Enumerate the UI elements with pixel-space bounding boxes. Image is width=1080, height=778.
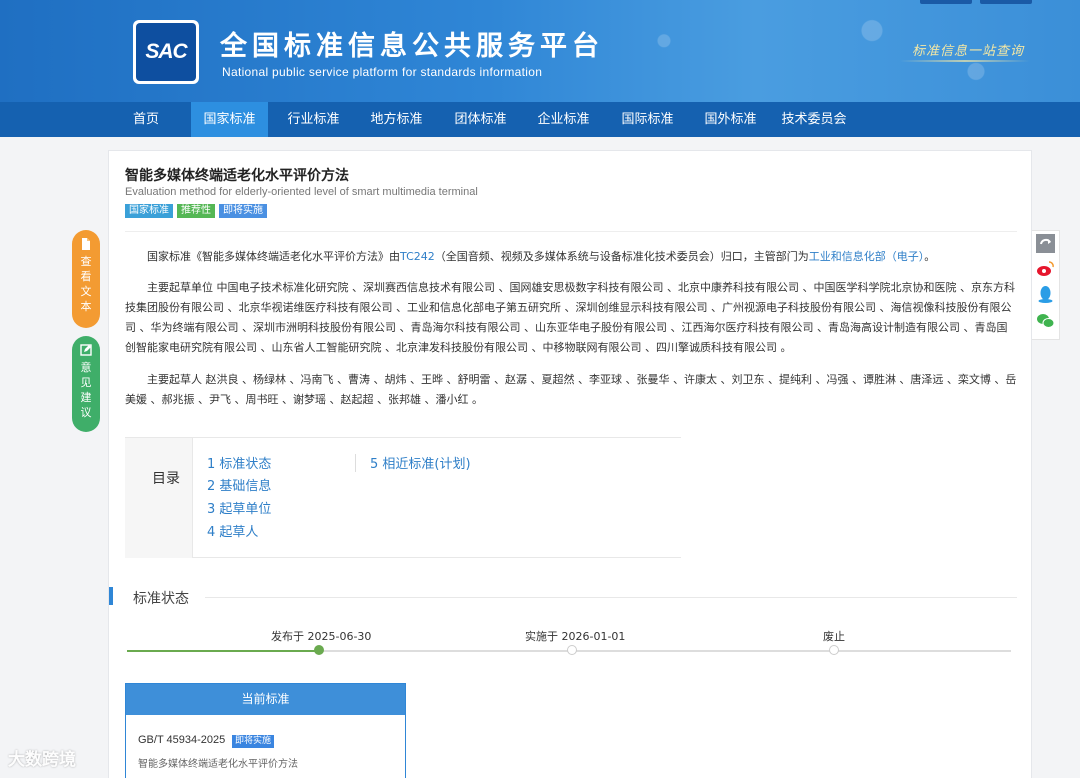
drafters-paragraph: 主要起草人 赵洪良 、杨绿林 、冯南飞 、曹涛 、胡炜 、王晔 、舒明雷 、赵潺… — [125, 373, 1017, 406]
title-divider — [125, 231, 1017, 232]
authority-link[interactable]: 工业和信息化部（电子） — [809, 250, 925, 263]
current-standard-name: 智能多媒体终端适老化水平评价方法 — [138, 759, 298, 770]
slogan: 标准信息一站查询 — [912, 44, 1025, 59]
share-bar — [1030, 230, 1060, 340]
intro-prefix: 国家标准《智能多媒体终端适老化水平评价方法》由 — [147, 250, 400, 263]
qq-icon[interactable] — [1036, 285, 1055, 304]
intro-middle: （全国音频、视频及多媒体系统与设备标准化技术委员会）归口，主管部门为 — [434, 250, 809, 263]
tag-national: 国家标准 — [125, 204, 173, 218]
toc-link-similar[interactable]: 5 相近标准(计划) — [370, 453, 471, 472]
nav-item-national[interactable]: 国家标准 — [191, 102, 268, 137]
toc-title: 目录 — [152, 471, 180, 487]
top-link-1[interactable] — [920, 0, 972, 4]
watermark: 大数跨境 — [8, 750, 76, 770]
standard-detail-card: 智能多媒体终端适老化水平评价方法 Evaluation method for e… — [108, 150, 1032, 778]
top-link-2[interactable] — [980, 0, 1032, 4]
logo-text: SAC — [145, 40, 187, 63]
toc-link-basic-info[interactable]: 2 基础信息 — [207, 475, 271, 494]
toc-header: 目录 — [125, 438, 193, 558]
view-text-char: 文 — [80, 285, 92, 298]
toc-link-status[interactable]: 1 标准状态 — [207, 453, 271, 472]
nav-item-local[interactable]: 地方标准 — [358, 102, 435, 137]
current-standard-code: GB/T 45934-2025 — [138, 734, 226, 746]
feedback-char: 建 — [80, 391, 92, 404]
slogan-underline — [900, 60, 1030, 62]
standard-title-cn: 智能多媒体终端适老化水平评价方法 — [125, 168, 349, 184]
feedback-char: 意 — [80, 361, 92, 374]
intro-paragraph: 国家标准《智能多媒体终端适老化水平评价方法》由TC242（全国音频、视频及多媒体… — [125, 247, 1017, 267]
site-title: 全国标准信息公共服务平台 — [220, 31, 604, 62]
standard-title-en: Evaluation method for elderly-oriented l… — [125, 186, 478, 198]
feedback-char: 议 — [80, 406, 92, 419]
share-icon[interactable] — [1036, 234, 1055, 253]
current-standard-header: 当前标准 — [126, 684, 405, 715]
timeline-dot-published — [314, 645, 324, 655]
tag-upcoming: 即将实施 — [219, 204, 267, 218]
nav-item-international[interactable]: 国际标准 — [609, 102, 686, 137]
nav-item-group[interactable]: 团体标准 — [442, 102, 519, 137]
main-nav: 首页 国家标准 行业标准 地方标准 团体标准 企业标准 国际标准 国外标准 技术… — [0, 102, 1080, 137]
edit-icon — [80, 344, 92, 356]
drafting-units-paragraph: 主要起草单位 中国电子技术标准化研究院 、深圳赛西信息技术有限公司 、国网雄安思… — [125, 281, 1015, 354]
wechat-icon[interactable] — [1036, 311, 1055, 330]
sac-logo[interactable]: SAC — [133, 20, 199, 84]
nav-item-home[interactable]: 首页 — [117, 102, 175, 137]
committee-link[interactable]: TC242 — [400, 250, 435, 263]
site-header: SAC 全国标准信息公共服务平台 National public service… — [0, 0, 1080, 102]
view-text-char: 看 — [80, 270, 92, 283]
intro-suffix: 。 — [924, 250, 936, 263]
current-standard-box[interactable]: 当前标准 GB/T 45934-2025 即将实施 智能多媒体终端适老化水平评价… — [125, 683, 406, 778]
site-subtitle: National public service platform for sta… — [222, 65, 543, 79]
nav-item-committee[interactable]: 技术委员会 — [775, 102, 853, 137]
timeline-dot-abolished — [829, 645, 839, 655]
timeline-label-implemented: 实施于 2026-01-01 — [525, 630, 626, 643]
view-text-button[interactable]: 查 看 文 本 — [72, 230, 100, 328]
standard-tags: 国家标准 推荐性 即将实施 — [125, 204, 267, 218]
current-standard-tag: 即将实施 — [232, 735, 275, 748]
section-accent-bar — [109, 587, 113, 605]
timeline-label-published: 发布于 2025-06-30 — [271, 630, 372, 643]
nav-item-enterprise[interactable]: 企业标准 — [525, 102, 602, 137]
timeline-progress — [127, 650, 319, 652]
toc-separator — [355, 454, 356, 472]
status-section-title: 标准状态 — [133, 591, 189, 607]
feedback-button[interactable]: 意 见 建 议 — [72, 336, 100, 432]
section-rule — [205, 597, 1017, 598]
toc-link-drafters[interactable]: 4 起草人 — [207, 521, 258, 540]
timeline-dot-implemented — [567, 645, 577, 655]
table-of-contents: 目录 1 标准状态 2 基础信息 3 起草单位 4 起草人 5 相近标准(计划) — [125, 437, 681, 558]
feedback-char: 见 — [80, 376, 92, 389]
weibo-icon[interactable] — [1036, 259, 1055, 278]
nav-item-industry[interactable]: 行业标准 — [275, 102, 352, 137]
document-icon — [82, 238, 90, 250]
nav-item-foreign[interactable]: 国外标准 — [692, 102, 769, 137]
timeline-label-abolished: 废止 — [823, 630, 845, 643]
toc-link-drafting-units[interactable]: 3 起草单位 — [207, 498, 271, 517]
view-text-char: 本 — [80, 300, 92, 313]
view-text-char: 查 — [80, 255, 92, 268]
tag-recommended: 推荐性 — [177, 204, 215, 218]
